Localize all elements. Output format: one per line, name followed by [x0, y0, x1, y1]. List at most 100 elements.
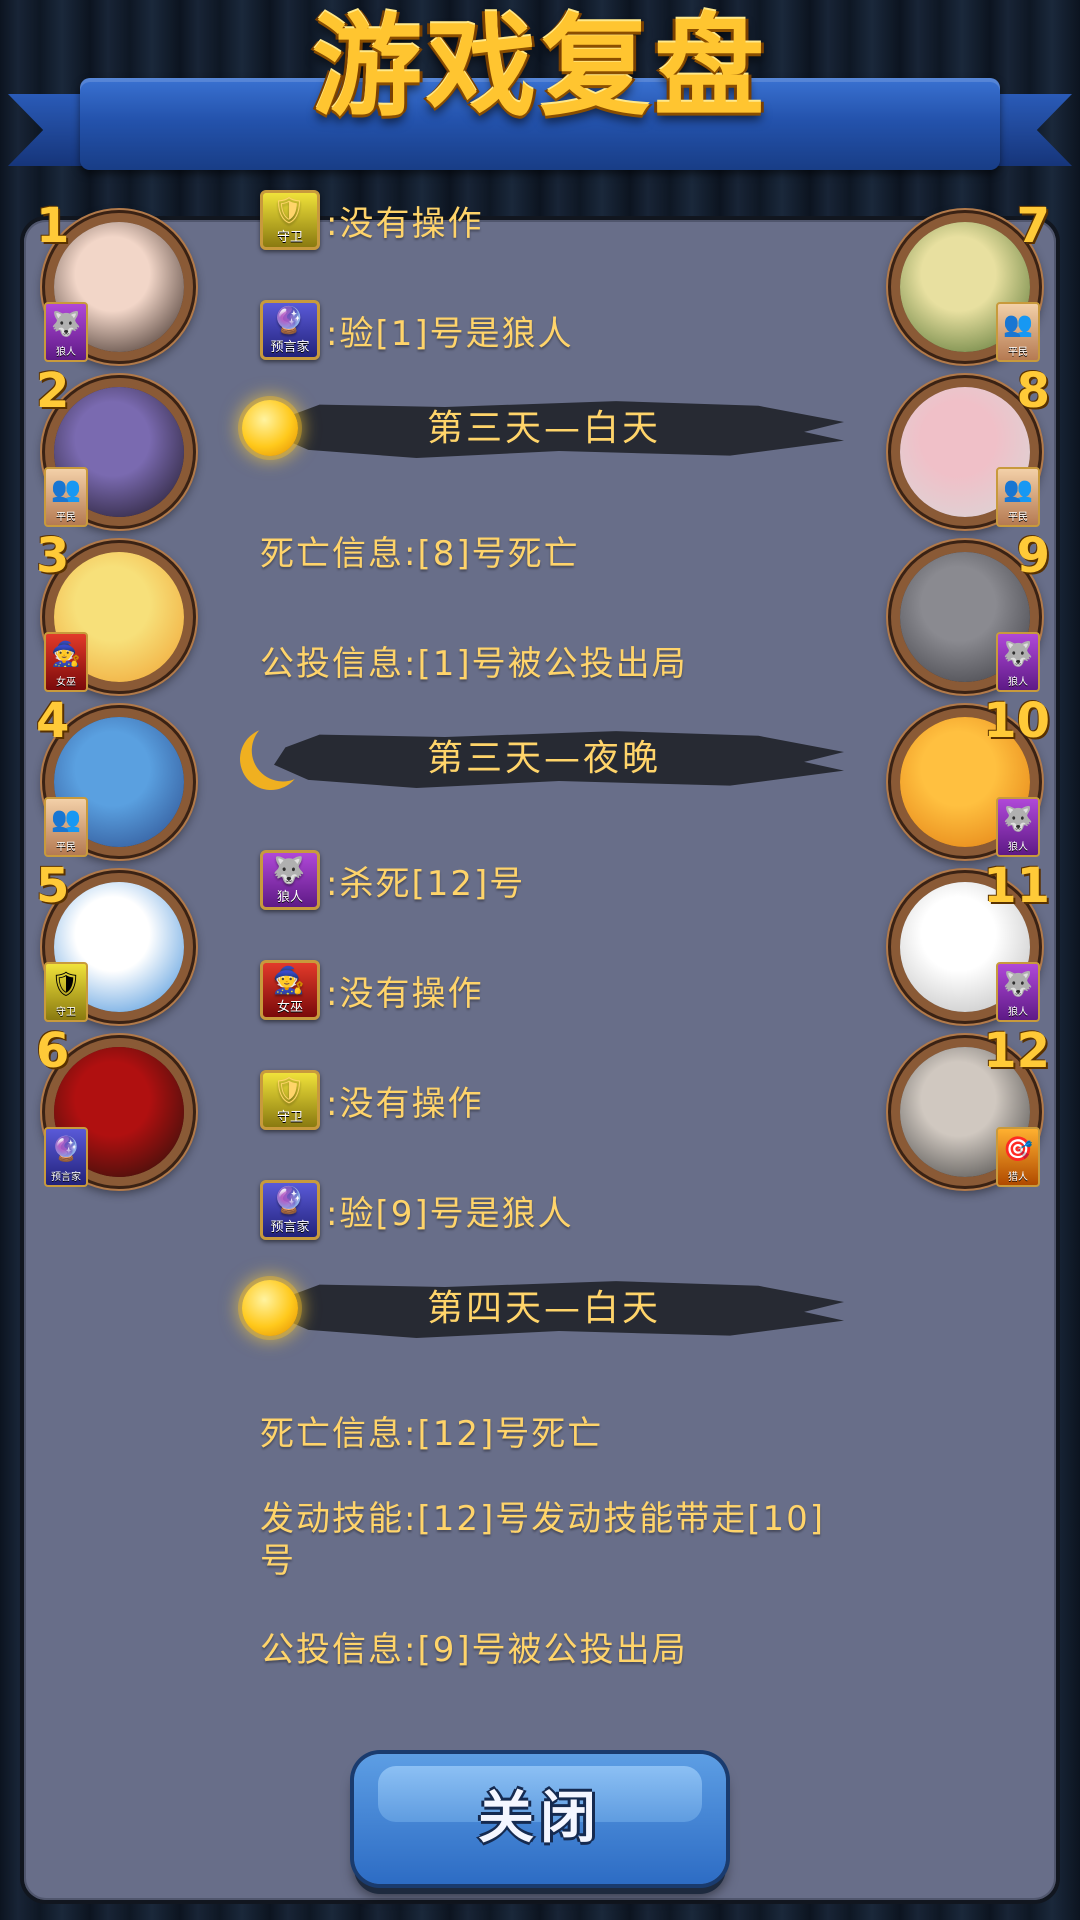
role-badge: 🎯 猎人 — [996, 1127, 1040, 1187]
role-icon: 👥 — [1003, 310, 1033, 338]
player-seat-5[interactable]: 5 🛡 守卫 — [36, 860, 194, 1022]
role-badge-label: 守卫 — [56, 1007, 76, 1018]
player-seat-4[interactable]: 4 👥 平民 — [36, 695, 194, 857]
event-entry: 公投信息:[1]号被公投出局 — [260, 630, 688, 690]
role-action-entry: 🧙 女巫:没有操作 — [260, 960, 483, 1020]
player-seat-2[interactable]: 2 👥 平民 — [36, 365, 194, 527]
role-icon: 🔮 — [51, 1135, 81, 1163]
role-badge: 🛡 守卫 — [44, 962, 88, 1022]
role-icon: 🐺 — [51, 310, 81, 338]
log-entry-text: 公投信息:[9]号被公投出局 — [260, 1629, 688, 1670]
player-number: 1 — [36, 198, 70, 254]
page-title: 游戏复盘 — [312, 3, 768, 131]
moon-icon — [231, 719, 310, 798]
player-number: 3 — [36, 528, 70, 584]
role-action-icon-label: 预言家 — [270, 1220, 310, 1235]
log-entry-text: 公投信息:[1]号被公投出局 — [260, 643, 688, 684]
role-badge: 🔮 预言家 — [44, 1127, 88, 1187]
player-number: 7 — [1016, 198, 1050, 254]
role-badge: 👥 平民 — [996, 302, 1040, 362]
day-phase-label: 第三天—白天 — [426, 408, 661, 449]
player-seat-1[interactable]: 1 🐺 狼人 — [36, 200, 194, 362]
role-action-icon: 🔮 预言家 — [260, 1180, 320, 1240]
role-badge-label: 狼人 — [1008, 1007, 1028, 1018]
role-badge-label: 平民 — [1008, 347, 1028, 358]
role-action-icon-label: 女巫 — [276, 1000, 303, 1015]
role-icon: 🐺 — [1003, 640, 1033, 668]
role-icon: 🧙 — [51, 640, 81, 668]
player-seat-3[interactable]: 3 🧙 女巫 — [36, 530, 194, 692]
player-seat-6[interactable]: 6 🔮 预言家 — [36, 1025, 194, 1187]
log-entry-text: :没有操作 — [326, 203, 484, 244]
role-glyph-icon: 🛡 — [272, 1076, 308, 1106]
player-seat-10[interactable]: 10 🐺 狼人 — [890, 695, 1050, 857]
role-glyph-icon: 🧙 — [272, 966, 308, 996]
player-seat-7[interactable]: 7 👥 平民 — [890, 200, 1050, 362]
role-badge-label: 狼人 — [1008, 677, 1028, 688]
role-action-icon-label: 守卫 — [276, 230, 303, 245]
role-action-entry: 🐺 狼人:杀死[12]号 — [260, 850, 525, 910]
role-action-icon-label: 狼人 — [276, 890, 303, 905]
player-number: 11 — [983, 858, 1050, 914]
player-seat-12[interactable]: 12 🎯 猎人 — [890, 1025, 1050, 1187]
close-button[interactable]: 关闭 — [354, 1754, 726, 1884]
day-phase-header: 第三天—夜晚 — [234, 710, 854, 806]
review-panel: 1 🐺 狼人 2 👥 平民 3 🧙 女巫 4 👥 平民 5 🛡 守卫 6 🔮 预言家 7 👥 平民 8 👥 平民 9 🐺 狼人 10 🐺… — [24, 190, 1056, 1900]
role-badge-label: 狼人 — [56, 347, 76, 358]
role-badge-label: 预言家 — [51, 1172, 81, 1183]
role-icon: 🐺 — [1003, 805, 1033, 833]
day-phase-header: 第三天—白天 — [234, 380, 854, 476]
event-entry: 发动技能:[12]号发动技能带走[10]号 — [260, 1498, 860, 1582]
role-badge: 👥 平民 — [996, 467, 1040, 527]
event-entry: 公投信息:[9]号被公投出局 — [260, 1616, 688, 1676]
sun-icon — [242, 400, 298, 456]
role-icon: 👥 — [51, 475, 81, 503]
role-badge: 🐺 狼人 — [44, 302, 88, 362]
role-badge-label: 平民 — [56, 512, 76, 523]
role-action-icon: 🐺 狼人 — [260, 850, 320, 910]
role-badge-label: 女巫 — [56, 677, 76, 688]
role-glyph-icon: 🛡 — [272, 196, 308, 226]
role-action-icon: 🔮 预言家 — [260, 300, 320, 360]
role-badge: 🐺 狼人 — [996, 962, 1040, 1022]
role-action-icon: 🧙 女巫 — [260, 960, 320, 1020]
role-action-entry: 🛡 守卫 :没有操作 — [260, 190, 483, 250]
event-entry: 死亡信息:[8]号死亡 — [260, 520, 580, 580]
role-icon: 👥 — [51, 805, 81, 833]
log-entry-text: 发动技能:[12]号发动技能带走[10]号 — [260, 1499, 826, 1581]
day-phase-label: 第四天—白天 — [426, 1288, 661, 1329]
role-action-icon: 🛡 守卫 — [260, 1070, 320, 1130]
role-glyph-icon: 🔮 — [272, 1186, 308, 1216]
role-badge: 👥 平民 — [44, 467, 88, 527]
role-action-icon-label: 守卫 — [276, 1110, 303, 1125]
player-number: 8 — [1016, 363, 1050, 419]
event-entry: 死亡信息:[12]号死亡 — [260, 1400, 603, 1460]
player-seat-11[interactable]: 11 🐺 狼人 — [890, 860, 1050, 1022]
log-entry-text: :杀死[12]号 — [326, 863, 526, 904]
player-number: 12 — [983, 1023, 1050, 1079]
log-entry-text: 死亡信息:[12]号死亡 — [260, 1413, 604, 1454]
role-badge-label: 平民 — [1008, 512, 1028, 523]
role-action-icon-label: 预言家 — [270, 340, 310, 355]
role-icon: 🐺 — [1003, 970, 1033, 998]
player-number: 6 — [36, 1023, 70, 1079]
role-badge: 👥 平民 — [44, 797, 88, 857]
day-phase-label: 第三天—夜晚 — [426, 738, 661, 779]
role-action-entry: 🔮 预言家:验[1]号是狼人 — [260, 300, 574, 360]
role-badge: 🐺 狼人 — [996, 632, 1040, 692]
player-seat-9[interactable]: 9 🐺 狼人 — [890, 530, 1050, 692]
player-number: 4 — [36, 693, 70, 749]
player-seat-8[interactable]: 8 👥 平民 — [890, 365, 1050, 527]
log-entry-text: :没有操作 — [326, 1083, 484, 1124]
role-icon: 👥 — [1003, 475, 1033, 503]
close-button-label: 关闭 — [478, 1786, 602, 1851]
role-action-entry: 🛡 守卫 :没有操作 — [260, 1070, 483, 1130]
player-number: 9 — [1016, 528, 1050, 584]
role-icon: 🎯 — [1003, 1135, 1033, 1163]
role-badge-label: 猎人 — [1008, 1172, 1028, 1183]
role-badge: 🐺 狼人 — [996, 797, 1040, 857]
player-number: 5 — [36, 858, 70, 914]
day-phase-header: 第四天—白天 — [234, 1260, 854, 1356]
role-action-entry: 🔮 预言家:验[9]号是狼人 — [260, 1180, 574, 1240]
log-entry-text: :验[1]号是狼人 — [326, 313, 574, 354]
